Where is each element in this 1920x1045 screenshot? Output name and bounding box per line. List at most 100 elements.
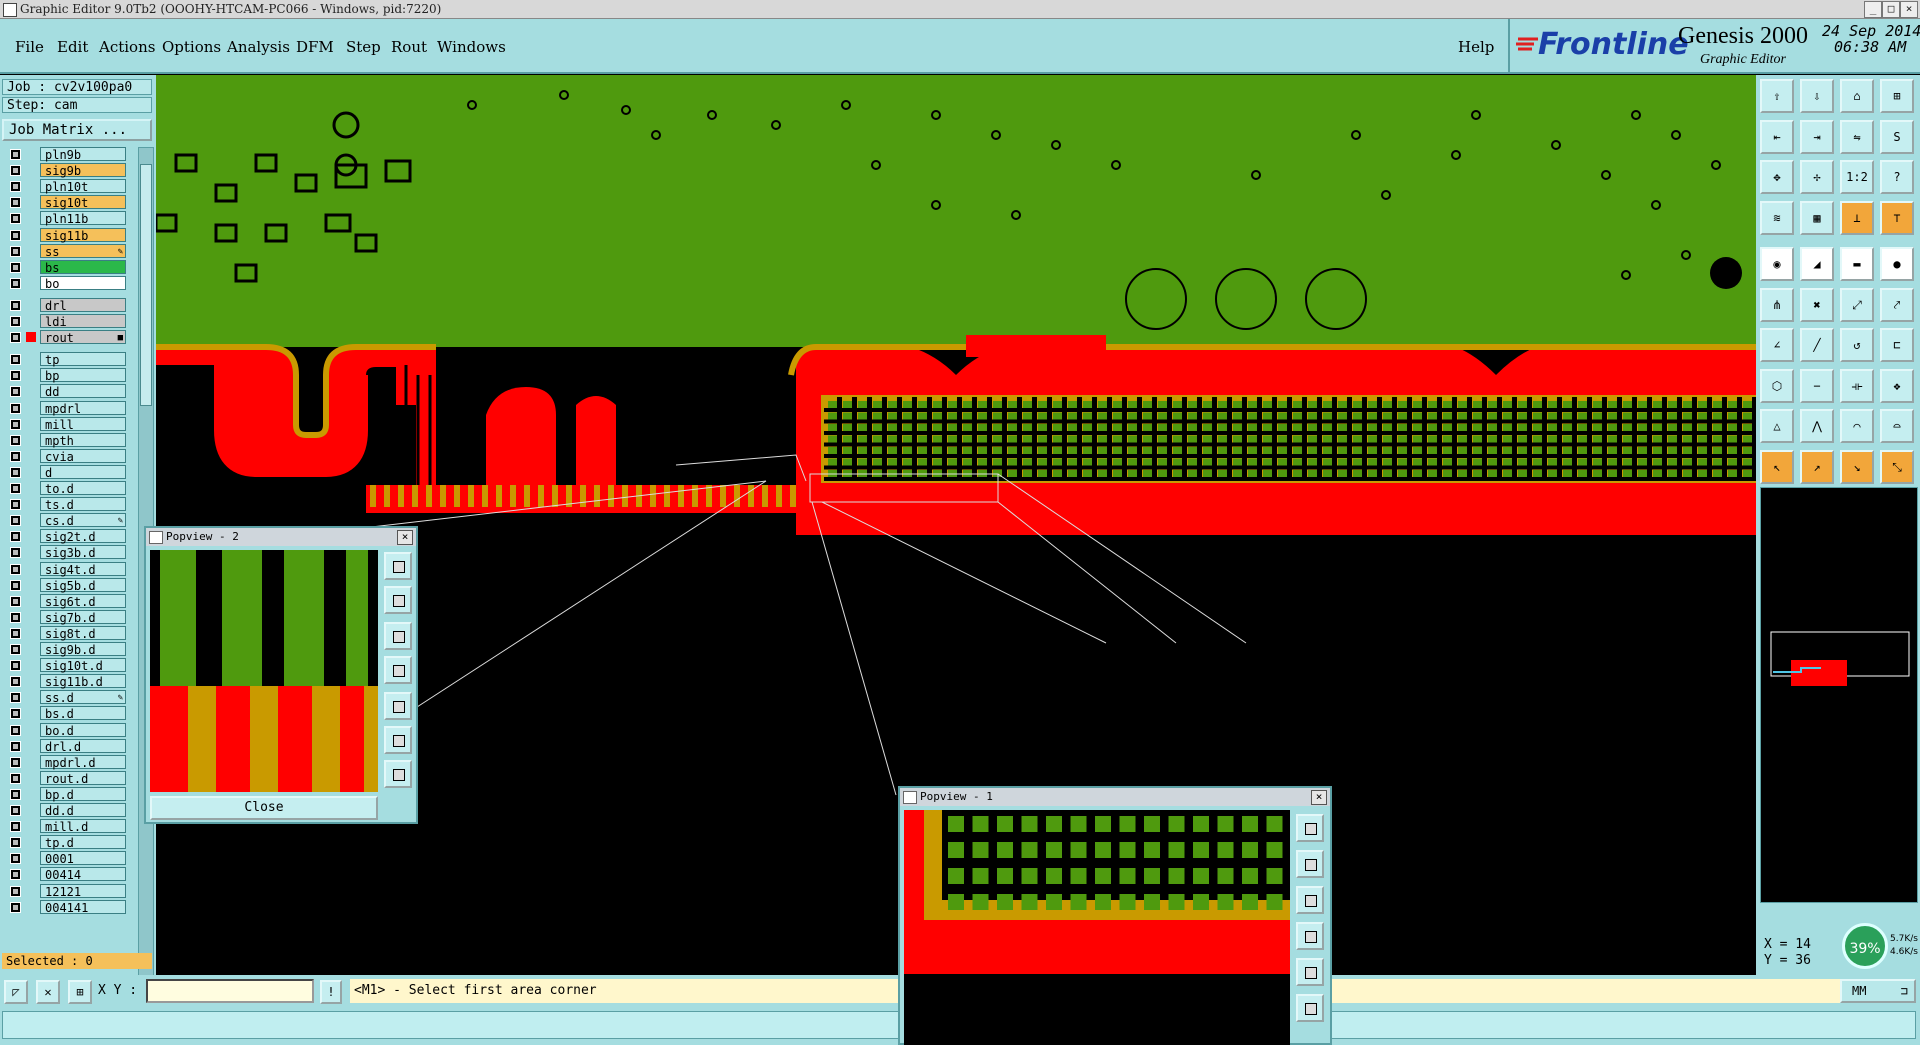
- layer-row[interactable]: tp: [4, 352, 126, 367]
- zoom-pan-icon[interactable]: ✢: [1800, 160, 1834, 194]
- layer-row[interactable]: to.d: [4, 481, 126, 496]
- layer-name[interactable]: rout ■: [40, 330, 126, 345]
- layer-name[interactable]: sig4t.d: [40, 561, 126, 577]
- layer-name[interactable]: bp.d: [40, 786, 126, 802]
- layer-name[interactable]: sig8t.d: [40, 625, 126, 641]
- layer-row[interactable]: 0001: [4, 851, 126, 866]
- layer-checkbox[interactable]: [10, 370, 21, 382]
- draw-mode-icon[interactable]: ◸: [4, 980, 28, 1004]
- layer-row[interactable]: sig9b.d: [4, 642, 126, 657]
- layer-row[interactable]: sig4t.d: [4, 561, 126, 577]
- layer-row[interactable]: tp.d: [4, 835, 126, 850]
- layer-row[interactable]: sig9b: [4, 163, 126, 178]
- layer-checkbox[interactable]: [10, 821, 21, 833]
- line-icon[interactable]: ◢: [1800, 247, 1834, 281]
- popview-2-close-button[interactable]: Close: [150, 796, 378, 820]
- units-selector[interactable]: MM ⊐: [1840, 979, 1916, 1003]
- layer-row[interactable]: bp.d: [4, 786, 126, 802]
- layer-name[interactable]: bs.d: [40, 706, 126, 721]
- layer-name[interactable]: mpdrl.d: [40, 754, 126, 770]
- layer-name[interactable]: sig11b: [40, 227, 126, 243]
- layer-checkbox[interactable]: [10, 756, 21, 768]
- measure-icon[interactable]: ⊥: [1840, 200, 1874, 235]
- layer-name[interactable]: sig2t.d: [40, 529, 126, 544]
- layers-icon[interactable]: ≋: [1760, 200, 1794, 235]
- popview-2-close-x-button[interactable]: ×: [397, 530, 413, 545]
- menu-windows[interactable]: Windows: [437, 38, 506, 56]
- layer-name[interactable]: 004141: [40, 899, 126, 915]
- layer-checkbox[interactable]: [10, 644, 21, 655]
- layer-checkbox[interactable]: [10, 837, 21, 849]
- layer-checkbox[interactable]: [10, 483, 21, 494]
- layer-name[interactable]: mill.d: [40, 819, 126, 834]
- layer-checkbox[interactable]: [10, 197, 21, 209]
- layer-name[interactable]: tp: [40, 352, 126, 367]
- angle-icon[interactable]: ∠: [1760, 328, 1794, 362]
- layer-checkbox[interactable]: [10, 724, 21, 736]
- layer-row[interactable]: ss.d ✎: [4, 690, 126, 705]
- connect-icon[interactable]: ⋔: [1760, 287, 1794, 322]
- layer-checkbox[interactable]: [10, 515, 21, 527]
- layer-row[interactable]: sig3b.d: [4, 545, 126, 560]
- select-edit-icon[interactable]: ↘: [1840, 449, 1874, 484]
- layer-checkbox[interactable]: [10, 354, 21, 366]
- next-step-icon[interactable]: ⇥: [1800, 119, 1834, 154]
- zoom-fit-popview-icon[interactable]: [1296, 994, 1324, 1022]
- edge-icon[interactable]: ╱: [1800, 328, 1834, 362]
- copy-icon[interactable]: ⤤: [1880, 287, 1914, 322]
- layer-row[interactable]: rout ■: [4, 330, 126, 345]
- zoom-fit-popview-icon[interactable]: [384, 726, 412, 754]
- layer-checkbox[interactable]: [10, 450, 21, 462]
- layer-row[interactable]: mpth: [4, 432, 126, 448]
- layer-name[interactable]: drl.d: [40, 738, 126, 754]
- menu-step[interactable]: Step: [346, 38, 381, 56]
- layer-name[interactable]: bo: [40, 275, 126, 291]
- layer-name[interactable]: sig3b.d: [40, 545, 126, 560]
- grid-icon[interactable]: ▦: [1800, 200, 1834, 235]
- layer-name[interactable]: bs: [40, 259, 126, 275]
- job-matrix-button[interactable]: Job Matrix ...: [2, 119, 152, 141]
- xy-input[interactable]: [146, 979, 314, 1003]
- popview-1-view[interactable]: [904, 810, 1290, 1045]
- pad-icon[interactable]: ◉: [1760, 247, 1794, 281]
- pan-left-icon[interactable]: [384, 656, 412, 684]
- layer-row[interactable]: cvia: [4, 448, 126, 464]
- layer-checkbox[interactable]: [10, 418, 21, 430]
- layer-checkbox[interactable]: [10, 181, 21, 193]
- menu-analysis[interactable]: Analysis: [227, 38, 290, 56]
- layer-checkbox[interactable]: [10, 901, 21, 913]
- layer-name[interactable]: 0001: [40, 851, 126, 866]
- layer-checkbox[interactable]: [10, 434, 21, 446]
- layer-row[interactable]: pln11b: [4, 211, 126, 226]
- layer-checkbox[interactable]: [10, 611, 21, 623]
- layer-name[interactable]: ts.d: [40, 497, 126, 512]
- pan-left-icon[interactable]: [1296, 922, 1324, 950]
- layer-name[interactable]: pln10t: [40, 179, 126, 194]
- menu-help[interactable]: Help: [1458, 38, 1494, 56]
- layer-name[interactable]: bp: [40, 368, 126, 383]
- layer-checkbox[interactable]: [10, 213, 21, 225]
- layer-checkbox[interactable]: [10, 788, 21, 800]
- layer-row[interactable]: 004141: [4, 899, 126, 915]
- home-icon[interactable]: ⌂: [1840, 79, 1874, 113]
- layer-checkbox[interactable]: [10, 531, 21, 543]
- layer-checkbox[interactable]: [10, 386, 21, 398]
- arc-icon[interactable]: ↺: [1840, 328, 1874, 362]
- scrollbar-thumb[interactable]: [140, 164, 152, 406]
- layer-checkbox[interactable]: [10, 579, 21, 591]
- layer-row[interactable]: sig6t.d: [4, 593, 126, 609]
- layer-row[interactable]: dd.d: [4, 803, 126, 818]
- pan-right-icon[interactable]: [384, 692, 412, 720]
- layer-name[interactable]: dd: [40, 384, 126, 399]
- layer-checkbox[interactable]: [10, 595, 21, 607]
- delete-icon[interactable]: ✖: [1800, 287, 1834, 322]
- save-icon[interactable]: ⇩: [1800, 79, 1834, 113]
- menu-file[interactable]: File: [15, 38, 44, 56]
- zoom-up-icon[interactable]: [1296, 850, 1324, 878]
- snap-icon[interactable]: S: [1880, 119, 1914, 154]
- layer-row[interactable]: 12121: [4, 883, 126, 899]
- layer-name[interactable]: sig9b.d: [40, 642, 126, 657]
- query-icon[interactable]: ?: [1880, 160, 1914, 194]
- zoom-up-icon[interactable]: [384, 586, 412, 614]
- minimize-button[interactable]: _: [1864, 1, 1882, 18]
